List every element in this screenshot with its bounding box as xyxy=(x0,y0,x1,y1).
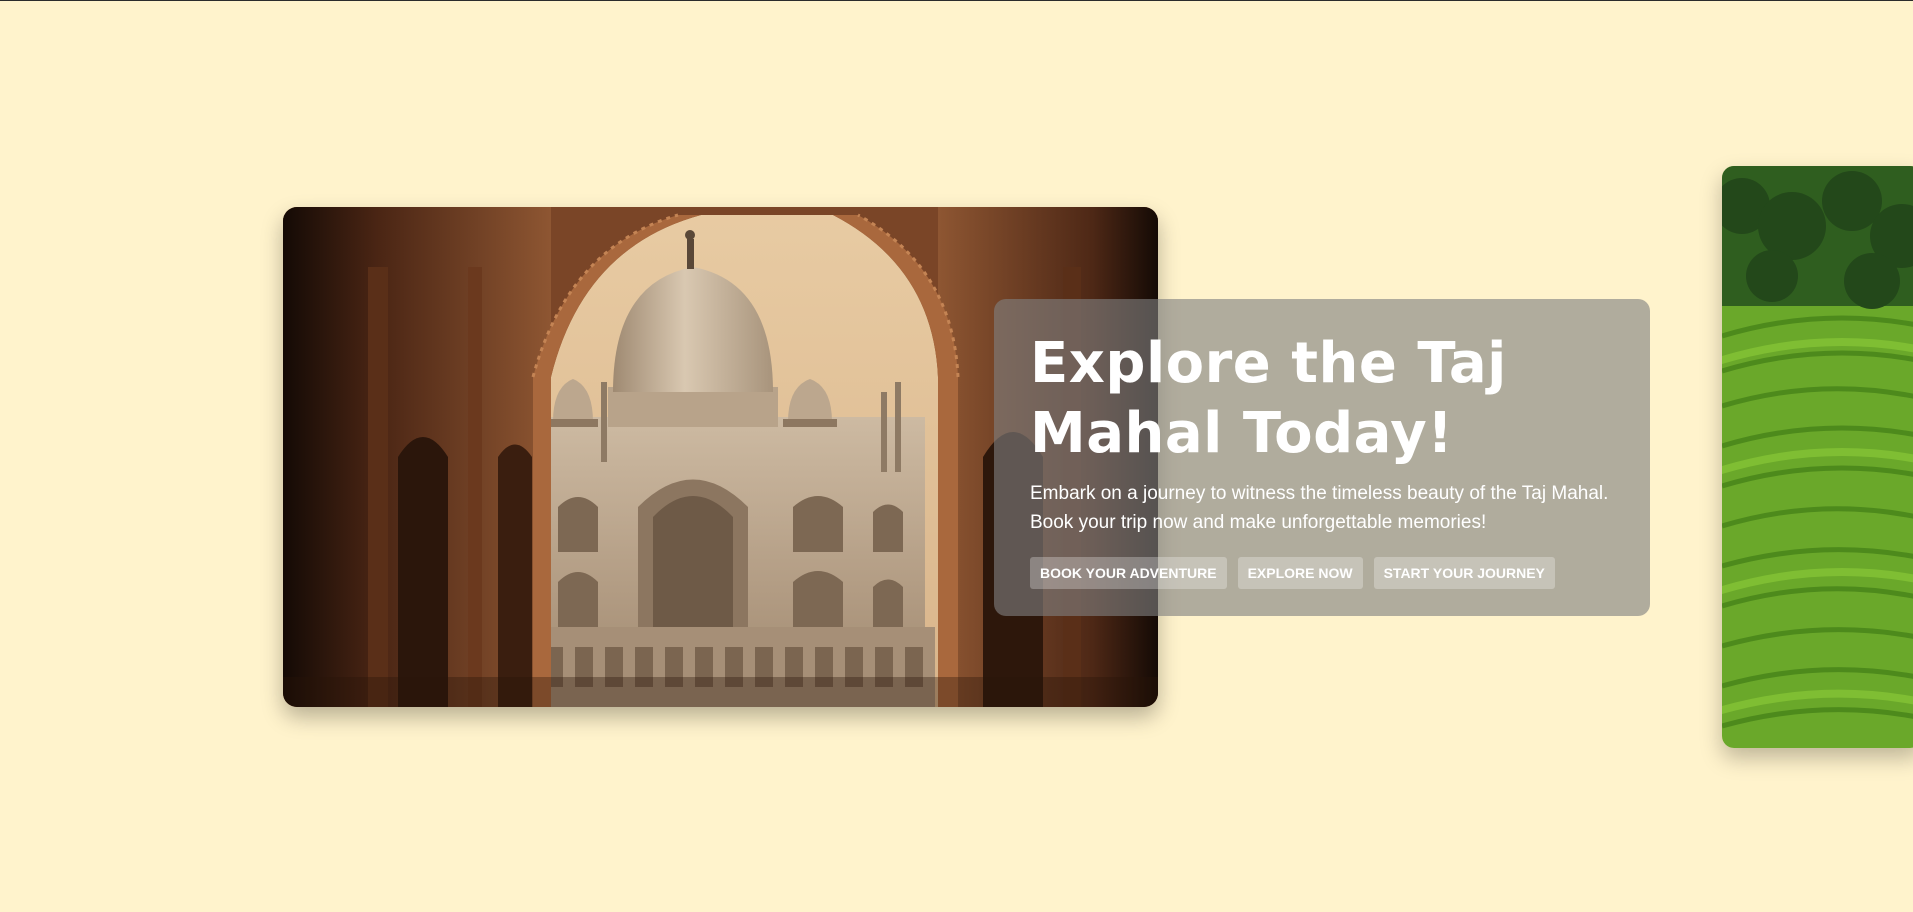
top-border xyxy=(0,0,1913,1)
hero-subtitle: Embark on a journey to witness the timel… xyxy=(1030,483,1609,533)
hero-content-panel: Explore the Taj Mahal Today! Embark on a… xyxy=(994,299,1650,616)
book-your-adventure-button[interactable]: BOOK YOUR ADVENTURE xyxy=(1030,557,1227,589)
explore-now-button[interactable]: EXPLORE NOW xyxy=(1237,557,1363,589)
start-your-journey-button[interactable]: START YOUR JOURNEY xyxy=(1373,557,1555,589)
cta-button-group: BOOK YOUR ADVENTURE EXPLORE NOW START YO… xyxy=(1030,557,1614,589)
hero-title: Explore the Taj Mahal Today! xyxy=(1030,331,1507,466)
rice-terraces-slide-image[interactable] xyxy=(1722,166,1913,748)
